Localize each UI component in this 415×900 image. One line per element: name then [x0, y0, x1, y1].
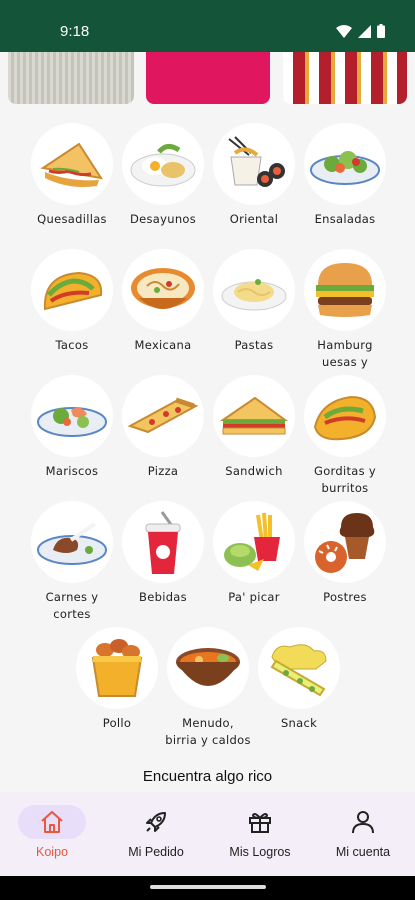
promo-banner-1[interactable] — [8, 52, 134, 104]
category-sandwich[interactable]: Sandwich — [208, 375, 300, 480]
category-mariscos[interactable]: Mariscos — [26, 375, 118, 480]
category-label: Snack — [280, 716, 318, 730]
mexican-icon — [122, 249, 204, 331]
soup-icon — [167, 627, 249, 709]
nav-label: Mi cuenta — [335, 845, 391, 859]
category-carnes[interactable]: Carnes y cortes — [26, 501, 118, 623]
category-pastas[interactable]: Pastas — [208, 249, 300, 354]
category-label: Oriental — [229, 212, 279, 226]
category-menudo[interactable]: Menudo, birria y caldos — [162, 627, 254, 749]
nav-indicator — [226, 805, 294, 839]
category-bebidas[interactable]: Bebidas — [117, 501, 209, 606]
nav-mi-pedido[interactable]: Mi Pedido — [104, 792, 208, 876]
category-ensaladas[interactable]: Ensaladas — [299, 123, 391, 228]
category-oriental[interactable]: Oriental — [208, 123, 300, 228]
category-tacos[interactable]: Tacos — [26, 249, 118, 354]
nav-mi-cuenta[interactable]: Mi cuenta — [311, 792, 415, 876]
category-label: Mexicana — [134, 338, 192, 352]
category-desayunos[interactable]: Desayunos — [117, 123, 209, 228]
category-snack[interactable]: Snack — [253, 627, 345, 732]
category-label: Pizza — [147, 464, 179, 478]
nav-koipo[interactable]: Koipo — [0, 792, 104, 876]
category-label: Carnes y cortes — [45, 590, 99, 621]
quesadilla-icon — [31, 123, 113, 205]
home-gesture-handle[interactable] — [150, 885, 266, 889]
category-hamburguesas[interactable]: Hamburg uesas y — [299, 249, 391, 371]
snack-plate-icon — [213, 501, 295, 583]
category-label: Desayunos — [129, 212, 197, 226]
nav-indicator — [329, 805, 397, 839]
category-label: Tacos — [55, 338, 89, 352]
dessert-icon — [304, 501, 386, 583]
category-label: Postres — [323, 590, 367, 604]
category-gorditas[interactable]: Gorditas y burritos — [299, 375, 391, 497]
category-label: Gorditas y burritos — [314, 464, 376, 495]
burrito-icon — [304, 375, 386, 457]
wifi-icon — [336, 24, 352, 38]
salad-icon — [304, 123, 386, 205]
burger-icon — [304, 249, 386, 331]
seafood-icon — [31, 375, 113, 457]
user-icon — [352, 811, 374, 834]
category-label: Pollo — [102, 716, 132, 730]
category-label: Mariscos — [45, 464, 99, 478]
nav-indicator — [18, 805, 86, 839]
category-mexicana[interactable]: Mexicana — [117, 249, 209, 354]
category-label: Sandwich — [225, 464, 283, 478]
category-label: Pa' picar — [228, 590, 280, 604]
chips-icon — [258, 627, 340, 709]
sandwich-icon — [213, 375, 295, 457]
section-heading: Encuentra algo rico — [142, 768, 273, 785]
promo-banner-2[interactable] — [146, 52, 270, 104]
category-label: Quesadillas — [37, 212, 107, 226]
nav-label: Mis Logros — [229, 845, 291, 859]
promo-banner-3[interactable] — [283, 52, 407, 104]
pizza-icon — [122, 375, 204, 457]
nav-mis-logros[interactable]: Mis Logros — [208, 792, 312, 876]
gift-icon — [249, 813, 271, 833]
battery-icon — [377, 24, 385, 38]
category-pizza[interactable]: Pizza — [117, 375, 209, 480]
chicken-icon — [76, 627, 158, 709]
category-label: Hamburg uesas y — [317, 338, 373, 369]
nav-label: Koipo — [36, 845, 68, 859]
status-bar: 9:18 — [0, 0, 415, 52]
meat-icon — [31, 501, 113, 583]
pasta-icon — [213, 249, 295, 331]
home-icon — [41, 811, 63, 833]
category-label: Bebidas — [139, 590, 187, 604]
signal-icon — [358, 24, 371, 38]
nav-label: Mi Pedido — [128, 845, 184, 859]
taco-icon — [31, 249, 113, 331]
system-navigation-bar — [0, 876, 415, 900]
rocket-icon — [146, 812, 166, 832]
category-label: Pastas — [234, 338, 274, 352]
breakfast-icon — [122, 123, 204, 205]
category-label: Menudo, birria y caldos — [165, 716, 251, 747]
bottom-navigation: Koipo Mi Pedido Mis Logros Mi cuenta — [0, 792, 415, 876]
category-label: Ensaladas — [314, 212, 376, 226]
category-pollo[interactable]: Pollo — [71, 627, 163, 732]
status-icons — [336, 24, 385, 38]
drink-icon — [122, 501, 204, 583]
oriental-icon — [213, 123, 295, 205]
category-postres[interactable]: Postres — [299, 501, 391, 606]
category-quesadillas[interactable]: Quesadillas — [26, 123, 118, 228]
nav-indicator — [122, 805, 190, 839]
category-pa-picar[interactable]: Pa' picar — [208, 501, 300, 606]
status-time: 9:18 — [60, 23, 90, 40]
promo-carousel[interactable] — [0, 52, 415, 108]
